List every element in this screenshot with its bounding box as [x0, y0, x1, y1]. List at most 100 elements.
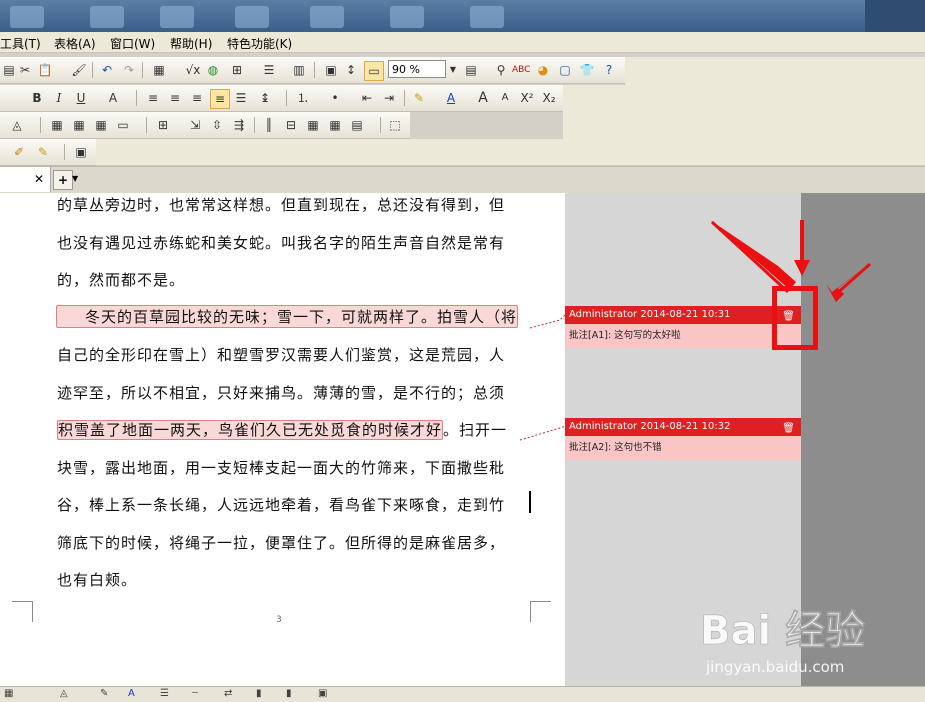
chevron-down-icon[interactable]: ▼ [444, 61, 462, 79]
stamp-icon[interactable]: ▣ [72, 143, 90, 161]
text-cursor [529, 491, 531, 513]
separator [92, 62, 93, 78]
insert-table-icon[interactable]: ▦ [150, 61, 168, 79]
text-effects-icon[interactable]: A [104, 89, 122, 107]
toolbar-area [96, 139, 925, 165]
commented-text[interactable]: 积雪盖了地面一两天，鸟雀们久已无处觅食的时候才好 [57, 420, 444, 440]
align-left-icon[interactable]: ≡ [144, 89, 162, 107]
zoom-input[interactable]: 90 % [388, 60, 446, 78]
print-preview-icon[interactable]: ▤ [462, 61, 480, 79]
help-icon[interactable]: ? [600, 61, 618, 79]
formula-icon[interactable]: √x [184, 61, 202, 79]
bullet-list-icon[interactable]: • [326, 89, 344, 107]
page-view-icon[interactable]: ▣ [322, 61, 340, 79]
text-line[interactable]: 筛底下的时候，将绳子一拉，便罩住了。但所得的是麻雀居多， [57, 532, 505, 553]
justify-icon[interactable]: ≡ [210, 89, 230, 109]
text-line[interactable]: 谷，棒上系一条长绳，人远远地牵着，看鸟雀下来啄食，走到竹 [57, 494, 505, 515]
chevron-down-icon[interactable]: ▼ [72, 170, 82, 188]
line-style-icon[interactable]: ☰ [160, 688, 169, 699]
bold-icon[interactable]: B [28, 89, 46, 107]
text-line[interactable]: 的草丛旁边时，也常常这样想。但直到现在，总还没有得到，但 [57, 194, 505, 215]
full-page-icon[interactable]: ▭ [364, 61, 384, 81]
text-line[interactable]: 自己的全形印在雪上）和塑雪罗汉需要人们鉴赏，这是荒园，人 [57, 344, 505, 365]
redo-icon[interactable]: ↷ [120, 61, 138, 79]
dash-style-icon[interactable]: ┄ [192, 688, 198, 699]
underline-icon[interactable]: U [72, 89, 90, 107]
arrange-icon[interactable]: ▣ [318, 688, 327, 699]
table-icon[interactable]: ▦ [92, 116, 110, 134]
menu-tools[interactable]: 工具(T) [0, 35, 41, 52]
comment-body[interactable]: 批注[A1]: 这句写的太好啦 [565, 324, 801, 348]
superscript-icon[interactable]: X² [518, 89, 536, 107]
undo-icon[interactable]: ↶ [98, 61, 116, 79]
table-icon[interactable]: ▭ [114, 116, 132, 134]
comment-body[interactable]: 批注[A2]: 这句也不错 [565, 436, 801, 460]
italic-icon[interactable]: I [50, 89, 68, 107]
format-painter-icon[interactable]: 🖌 [70, 61, 88, 79]
fill-icon[interactable]: ◬ [8, 116, 26, 134]
navigate-icon[interactable]: ↕ [342, 61, 360, 79]
table-grid-icon[interactable]: ⊞ [228, 61, 246, 79]
grow-font-icon[interactable]: A [474, 89, 492, 107]
text-line[interactable]: 也有白颊。 [57, 569, 137, 590]
columns-icon[interactable]: ☰ [260, 61, 278, 79]
highlighter-icon[interactable]: ✎ [410, 89, 428, 107]
numbered-list-icon[interactable]: ⒈ [294, 89, 312, 107]
fill-icon[interactable]: ◬ [60, 688, 68, 699]
text-line[interactable]: 。扫开一 [443, 421, 507, 439]
menu-help[interactable]: 帮助(H) [170, 35, 212, 52]
increase-indent-icon[interactable]: ⇥ [380, 89, 398, 107]
line-spacing-icon[interactable]: ↨ [256, 89, 274, 107]
eraser-icon[interactable]: ✐ [10, 143, 28, 161]
decrease-indent-icon[interactable]: ⇤ [358, 89, 376, 107]
align-right-icon[interactable]: ≡ [188, 89, 206, 107]
drawing-toolbar: ✐ ✎ ▣ [0, 139, 96, 166]
shrink-font-icon[interactable]: A [496, 89, 514, 107]
subscript-icon[interactable]: X₂ [540, 89, 558, 107]
insert-row-icon[interactable]: ⇲ [186, 116, 204, 134]
shirt-icon[interactable]: 👕 [578, 61, 596, 79]
text-line[interactable]: 的，然而都不是。 [57, 269, 185, 290]
menu-table[interactable]: 表格(A) [54, 35, 96, 52]
table-icon[interactable]: ▦ [48, 116, 66, 134]
insert-column-icon[interactable]: ⇳ [208, 116, 226, 134]
document-icon[interactable]: ▢ [556, 61, 574, 79]
plus-icon[interactable]: + [53, 170, 73, 190]
toolbar-area [563, 85, 925, 139]
table-icon[interactable]: ▦ [326, 116, 344, 134]
arrow-style-icon[interactable]: ⇄ [224, 688, 232, 699]
commented-text-line[interactable]: 冬天的百草园比较的无味；雪一下，可就两样了。拍雪人（将 [56, 305, 519, 328]
distribute-columns-icon[interactable]: ║ [260, 116, 278, 134]
text-line[interactable]: 块雪，露出地面，用一支短棒支起一面大的竹筛来，下面撒些秕 [57, 457, 505, 478]
chart-icon[interactable]: ▥ [290, 61, 308, 79]
pen-icon[interactable]: ✎ [34, 143, 52, 161]
menu-special-features[interactable]: 特色功能(K) [227, 35, 292, 52]
color-wheel-icon[interactable]: ◕ [534, 61, 552, 79]
clipboard-icon[interactable]: 📋 [36, 61, 54, 79]
merge-cells-icon[interactable]: ⊟ [282, 116, 300, 134]
document-page[interactable]: 的草丛旁边时，也常常这样想。但直到现在，总还没有得到，但 也没有遇见过赤练蛇和美… [0, 193, 565, 686]
find-icon[interactable]: ⚲ [492, 61, 510, 79]
globe-icon[interactable]: ◍ [204, 61, 222, 79]
split-icon[interactable]: ⇶ [230, 116, 248, 134]
table-icon[interactable]: ▦ [304, 116, 322, 134]
close-icon[interactable]: ✕ [34, 172, 44, 186]
shadow-icon[interactable]: ▮ [256, 688, 262, 699]
text-line[interactable]: 也没有遇见过赤练蛇和美女蛇。叫我名字的陌生声音自然是常有 [57, 232, 505, 253]
3d-icon[interactable]: ▮ [286, 688, 292, 699]
table-icon[interactable]: ▦ [70, 116, 88, 134]
align-center-icon[interactable]: ≡ [166, 89, 184, 107]
font-color-icon[interactable]: A [128, 688, 135, 699]
pen-icon[interactable]: ✎ [100, 688, 108, 699]
menu-window[interactable]: 窗口(W) [110, 35, 155, 52]
text-line[interactable]: 迹罕至，所以不相宜，只好来捕鸟。薄薄的雪，是不行的；总须 [57, 382, 505, 403]
document-tab[interactable]: ✕ [0, 167, 51, 192]
distribute-icon[interactable]: ☰ [232, 89, 250, 107]
insert-table-icon[interactable]: ⊞ [154, 116, 172, 134]
layout-icon[interactable]: ▦ [4, 688, 13, 699]
table-style-icon[interactable]: ▤ [348, 116, 366, 134]
select-icon[interactable]: ⬚ [386, 116, 404, 134]
spellcheck-icon[interactable]: ABC [512, 61, 530, 79]
font-color-icon[interactable]: A [442, 89, 460, 107]
cut-icon[interactable]: ✂ [16, 61, 34, 79]
